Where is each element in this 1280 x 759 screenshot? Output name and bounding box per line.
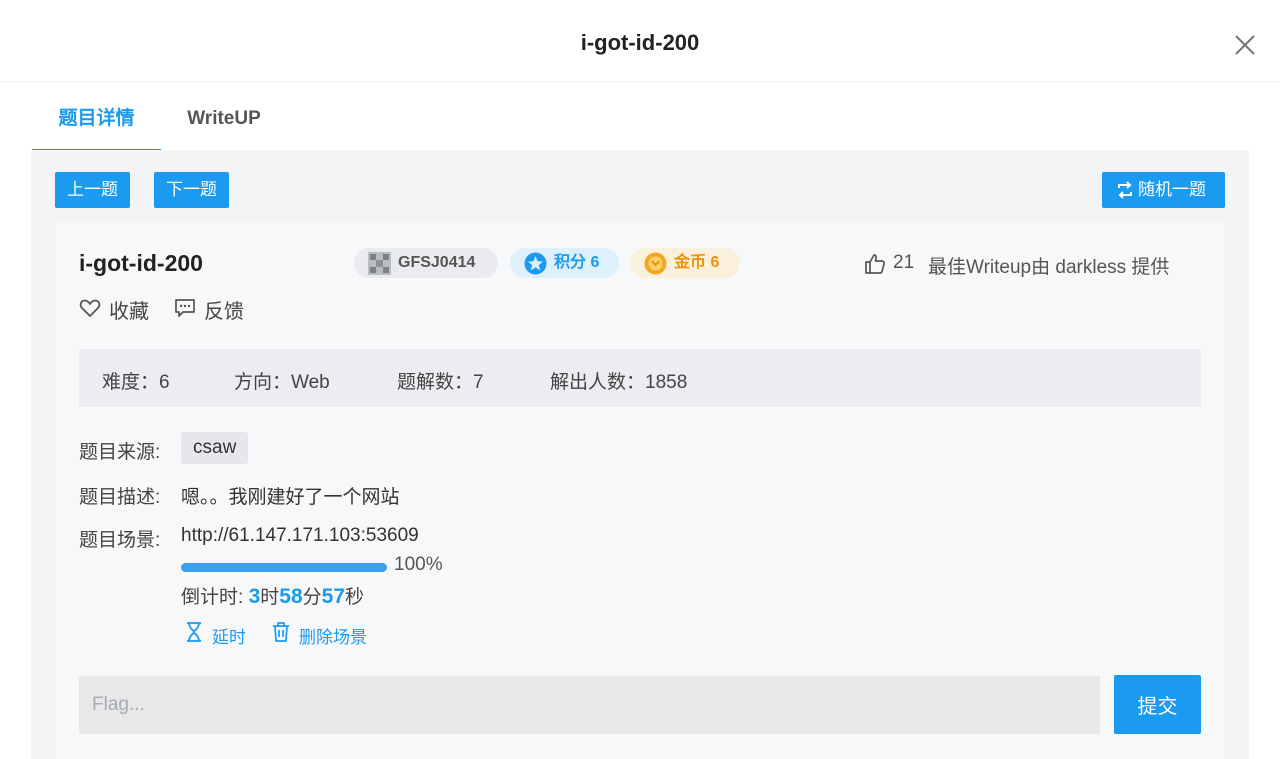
countdown-prefix: 倒计时: [181, 587, 249, 608]
countdown-hours: 3 [248, 585, 261, 608]
tab-challenge-details[interactable]: 题目详情 [32, 96, 161, 152]
stat-solutions: 题解数：7 [397, 372, 484, 393]
stat-solvers: 解出人数：1858 [550, 372, 688, 393]
next-challenge-button[interactable]: 下一题 [154, 172, 229, 208]
scene-progress-text: 100% [394, 554, 443, 575]
scene-url[interactable]: http://61.147.171.103:53609 [181, 525, 419, 547]
countdown-minutes-unit: 分 [302, 587, 322, 608]
coin-icon [644, 252, 667, 275]
countdown-minutes: 58 [279, 585, 303, 608]
coin-badge: 金币 6 [630, 248, 740, 278]
countdown-hours-unit: 时 [260, 587, 280, 608]
author-avatar-icon [368, 252, 391, 275]
repeat-icon [1118, 181, 1132, 199]
trash-icon [273, 622, 289, 642]
scene-progress-fill [181, 563, 387, 572]
author-badge[interactable]: GFSJ0414 [354, 248, 498, 278]
scene-label: 题目场景: [79, 530, 161, 551]
source-tag: csaw [181, 432, 249, 464]
challenge-name: i-got-id-200 [79, 250, 203, 276]
like-count: 21 [893, 252, 915, 273]
extend-time-label: 延时 [212, 628, 246, 647]
score-icon [524, 252, 547, 275]
feedback-label: 反馈 [204, 301, 244, 323]
challenge-card: i-got-id-200 GFSJ0414 积分 6 金币 6 21 最佳Wri… [55, 222, 1225, 759]
modal-title: i-got-id-200 [580, 30, 700, 55]
hourglass-icon [187, 622, 201, 642]
author-name: GFSJ0414 [398, 254, 476, 271]
modal-header: i-got-id-200 [0, 0, 1280, 82]
description-text: 嗯。。我刚建好了一个网站 [181, 487, 400, 508]
challenge-panel: 上一题 下一题 随机一题 i-got-id-200 GFSJ0414 积分 6 [31, 150, 1249, 759]
delete-scene-label: 删除场景 [299, 628, 367, 647]
close-button[interactable] [1230, 30, 1260, 60]
coin-value: 金币 6 [674, 254, 720, 271]
random-challenge-button[interactable]: 随机一题 [1102, 172, 1225, 208]
best-writeup-text[interactable]: 最佳Writeup由 darkless 提供 [928, 252, 1169, 279]
feedback-icon [175, 299, 195, 317]
tab-writeup[interactable]: WriteUP [178, 96, 270, 152]
countdown: 倒计时: 3时58分57秒 [181, 582, 364, 609]
random-challenge-label: 随机一题 [1138, 180, 1206, 199]
score-badge: 积分 6 [510, 248, 619, 278]
countdown-seconds: 57 [321, 585, 345, 608]
stat-direction: 方向：Web [234, 372, 330, 393]
heart-icon [79, 299, 101, 317]
scene-progress-bar [181, 563, 387, 572]
score-value: 积分 6 [554, 254, 600, 271]
thumbs-up-icon[interactable] [863, 252, 887, 276]
stats-bar: 难度：6 方向：Web 题解数：7 解出人数：1858 [79, 349, 1201, 407]
favorite-label: 收藏 [109, 301, 149, 323]
submit-flag-button[interactable]: 提交 [1114, 675, 1201, 734]
stat-difficulty: 难度：6 [102, 372, 170, 393]
close-icon [1235, 35, 1255, 55]
prev-challenge-button[interactable]: 上一题 [55, 172, 130, 208]
flag-input[interactable] [79, 676, 1100, 734]
countdown-seconds-unit: 秒 [345, 587, 365, 608]
description-label: 题目描述: [79, 487, 161, 508]
source-label: 题目来源: [79, 442, 161, 463]
